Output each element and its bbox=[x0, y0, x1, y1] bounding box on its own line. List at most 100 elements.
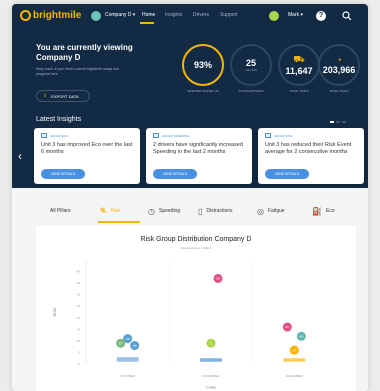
risk-distribution-chart: 0 5 10 15 20 25 30 35 40 RISK OCTOBER NOVEMBER DECEM… bbox=[52, 260, 306, 390]
insight-badge: GROUP ECO bbox=[41, 133, 68, 138]
insight-category: GROUP RISK bbox=[274, 133, 293, 138]
insight-text: Unit 3 has reduced their Risk Event aver… bbox=[265, 142, 352, 155]
logo-icon bbox=[20, 10, 31, 21]
kpi-label: ACTIVE DRIVERS bbox=[238, 89, 264, 93]
insight-badge: GROUP SPEEDING bbox=[153, 133, 189, 138]
eco-icon: ⛽ bbox=[312, 206, 322, 216]
y-axis-label: RISK bbox=[52, 307, 57, 317]
page-title: You are currently viewing Company D bbox=[36, 43, 133, 62]
export-data-label: EXPORT DATA bbox=[51, 93, 79, 99]
x-tick-label: DECEMBER bbox=[286, 374, 304, 378]
carousel-dot[interactable] bbox=[330, 121, 334, 123]
tab-label: Eco bbox=[325, 208, 335, 214]
group-point-label: KL bbox=[285, 325, 289, 329]
tab-eco[interactable]: ⛽ Eco bbox=[312, 200, 335, 222]
distribution-box bbox=[283, 358, 306, 362]
tab-active-indicator bbox=[98, 221, 140, 223]
hero-banner: brightmile Company D ▾ Home Insights Dri… bbox=[12, 4, 368, 188]
tab-all-pillars[interactable]: All Pillars bbox=[50, 200, 71, 222]
group-point-label: OP bbox=[292, 348, 296, 352]
x-axis-label: TYPE bbox=[206, 385, 217, 390]
tab-distractions[interactable]: ▯ Distractions bbox=[198, 200, 233, 222]
search-icon[interactable] bbox=[342, 11, 352, 21]
y-tick-label: 15 bbox=[77, 327, 81, 331]
download-icon: ⇩ bbox=[43, 93, 48, 99]
y-tick-label: 20 bbox=[77, 316, 81, 320]
risk-icon bbox=[265, 133, 271, 138]
kpi-value: 203,966 bbox=[322, 65, 356, 75]
kpi-label: GREATER SIGNED UP bbox=[187, 89, 219, 93]
speedometer-icon: ◔ bbox=[336, 55, 342, 65]
carousel-prev-icon[interactable]: ‹ bbox=[18, 149, 22, 163]
group-point-label: AB bbox=[133, 344, 137, 348]
chart-title: Risk Group Distribution Company D bbox=[140, 236, 252, 243]
tab-label: All Pillars bbox=[50, 208, 71, 214]
export-data-button[interactable]: ⇩ EXPORT DATA bbox=[36, 90, 90, 102]
y-tick-label: 5 bbox=[78, 350, 80, 354]
group-point-label: GH bbox=[216, 277, 221, 281]
carousel-indicators[interactable] bbox=[330, 121, 346, 123]
tab-label: Distractions bbox=[206, 208, 233, 214]
distribution-box bbox=[116, 357, 139, 362]
help-icon[interactable]: ? bbox=[316, 11, 326, 21]
brand-logo[interactable]: brightmile bbox=[20, 10, 81, 21]
user-avatar[interactable] bbox=[269, 11, 279, 21]
insight-card: GROUP SPEEDING 2 drivers have significan… bbox=[146, 128, 252, 184]
kpi-value: 25 bbox=[245, 58, 256, 68]
y-tick-label: 25 bbox=[77, 304, 81, 308]
tab-label: Speeding bbox=[158, 208, 181, 214]
risk-icon: ⛐ bbox=[100, 206, 107, 215]
kpi-sub: out of 25 bbox=[245, 68, 257, 72]
carousel-dot[interactable] bbox=[336, 121, 340, 123]
carousel-dot[interactable] bbox=[342, 121, 346, 123]
tab-fatigue[interactable]: ◎ Fatigue bbox=[257, 200, 285, 222]
kpi-active-drivers: 25 out of 25 bbox=[230, 44, 272, 86]
insight-category: GROUP ECO bbox=[50, 133, 69, 138]
y-tick-label: 0 bbox=[78, 362, 80, 366]
logo-text: brightmile bbox=[33, 10, 82, 21]
group-point-label: MN bbox=[299, 334, 304, 338]
user-menu[interactable]: Mark ▾ bbox=[288, 12, 303, 18]
insight-card: GROUP ECO Unit 3 has improved Eco over t… bbox=[34, 128, 140, 184]
chart-subtitle: Risk Events per 100km bbox=[180, 246, 212, 250]
tab-label: Fatigue bbox=[267, 208, 285, 214]
kpi-total-trips: ⛟ 11,647 bbox=[278, 44, 320, 86]
kpi-total-miles: ◔ 203,966 bbox=[318, 44, 360, 86]
view-details-button[interactable]: VIEW DETAILS bbox=[41, 169, 85, 179]
fatigue-icon: ◎ bbox=[257, 206, 264, 216]
view-details-button[interactable]: VIEW DETAILS bbox=[153, 169, 197, 179]
distractions-icon: ▯ bbox=[198, 206, 203, 216]
kpi-value: 11,647 bbox=[285, 66, 313, 76]
speeding-icon: ◷ bbox=[148, 206, 155, 216]
y-tick-label: 10 bbox=[77, 339, 81, 343]
nav-home[interactable]: Home bbox=[142, 12, 155, 18]
group-point-label: EF bbox=[119, 341, 123, 345]
nav-insights[interactable]: Insights bbox=[165, 12, 182, 18]
x-tick-label: OCTOBER bbox=[120, 374, 136, 378]
view-details-button[interactable]: VIEW DETAILS bbox=[265, 169, 309, 179]
tab-label: Risk bbox=[110, 208, 121, 214]
nav-drivers[interactable]: Drivers bbox=[193, 12, 209, 18]
page-subtitle: Keep track of your fleet's overall brigh… bbox=[36, 67, 120, 76]
company-avatar bbox=[91, 11, 101, 21]
nav-support[interactable]: Support bbox=[220, 12, 238, 18]
chart-card: Risk Group Distribution Company D Risk E… bbox=[36, 226, 356, 391]
eco-icon bbox=[41, 133, 47, 138]
company-selector[interactable]: Company D ▾ bbox=[105, 12, 135, 18]
kpi-value: 93% bbox=[193, 60, 212, 70]
trips-icon: ⛟ bbox=[293, 54, 305, 64]
y-tick-label: 35 bbox=[77, 281, 81, 285]
distribution-box bbox=[200, 358, 222, 362]
insight-text: Unit 3 has improved Eco over the last 6 … bbox=[41, 142, 133, 155]
insight-category: GROUP SPEEDING bbox=[162, 133, 190, 138]
section-title: Latest Insights bbox=[36, 116, 82, 123]
insight-text: 2 drivers have significantly increased S… bbox=[153, 142, 243, 155]
tab-speeding[interactable]: ◷ Speeding bbox=[148, 200, 180, 222]
tab-risk[interactable]: ⛐ Risk bbox=[100, 200, 121, 222]
kpi-label: TOTAL MILES bbox=[329, 89, 349, 93]
y-tick-label: 40 bbox=[77, 270, 81, 274]
y-tick-label: 30 bbox=[77, 293, 81, 297]
nav-active-indicator bbox=[140, 22, 154, 24]
app-window: brightmile Company D ▾ Home Insights Dri… bbox=[12, 4, 368, 391]
speeding-icon bbox=[153, 133, 159, 138]
